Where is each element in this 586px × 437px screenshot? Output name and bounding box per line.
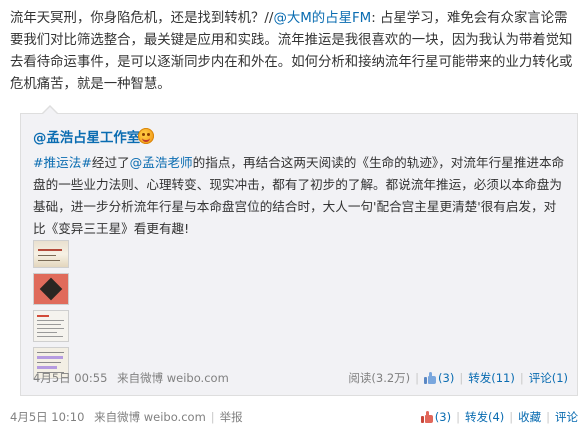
thumbnail-image-1[interactable] [33,240,69,268]
separator: | [456,410,460,424]
separator: | [509,410,514,424]
repost-link[interactable]: 转发(4) [465,410,504,424]
quoted-source-link[interactable]: 微博 weibo.com [140,371,229,385]
thumbnail-image-2[interactable] [33,273,69,305]
quoted-post-time[interactable]: 4月5日 00:55 [33,371,107,385]
post-text-part-1: 流年天冥刑，你身陷危机，还是找到转机？// [10,11,274,26]
quoted-post-text: #推运法#经过了@孟浩老师的指点，再结合这两天阅读的《生命的轨迹》，对流年行星推… [33,152,568,240]
mention-link[interactable]: @大M的占星FM [273,11,371,26]
separator: | [459,371,464,385]
weibo-post: 流年天冥刑，你身陷危机，还是找到转机？//@大M的占星FM: 占星学习，难免会有… [0,0,586,437]
favorite-link[interactable]: 收藏 [518,410,541,424]
quoted-mention-link[interactable]: @孟浩老师 [130,155,193,170]
quoted-post-footer: 4月5日 00:55 来自微博 weibo.com 阅读(3.2万) | (3) | 转… [33,370,568,386]
quoted-like-count: (3) [438,371,455,385]
thumbs-up-icon [424,372,437,384]
quoted-like-button[interactable]: (3) [424,371,454,385]
quoted-comment-link[interactable]: 评论(1) [529,371,568,385]
image-thumbnails [33,240,73,384]
quote-pointer-inner [43,107,57,114]
quoted-read-count: 阅读(3.2万) [348,371,411,385]
post-source-prefix: 来自 [94,410,118,424]
quoted-repost-link[interactable]: 转发(11) [468,371,515,385]
report-link[interactable]: 举报 [220,410,243,424]
separator: | [546,410,550,424]
separator: | [210,410,215,424]
quoted-author-link[interactable]: @孟浩占星工作室 [33,126,140,146]
like-button[interactable]: (3) [420,410,452,424]
topic-link[interactable]: #推运法# [33,155,92,170]
thumbnail-image-3[interactable] [33,310,69,342]
quoted-source-prefix: 来自 [117,371,141,385]
quoted-text-part-1: 经过了 [91,155,130,170]
post-time[interactable]: 4月5日 10:10 [10,410,84,424]
post-text: 流年天冥刑，你身陷危机，还是找到转机？//@大M的占星FM: 占星学习，难免会有… [10,8,578,96]
vip-smiley-badge-icon[interactable] [138,128,154,144]
post-source-link[interactable]: 微博 weibo.com [117,410,206,424]
comment-link[interactable]: 评论 [555,410,578,424]
separator: | [519,371,524,385]
post-footer: 4月5日 10:10 来自微博 weibo.com | 举报 (3) | 转发(4) | 收… [10,409,578,425]
thumbs-up-icon [420,411,434,423]
like-count: (3) [434,410,452,424]
separator: | [415,371,420,385]
